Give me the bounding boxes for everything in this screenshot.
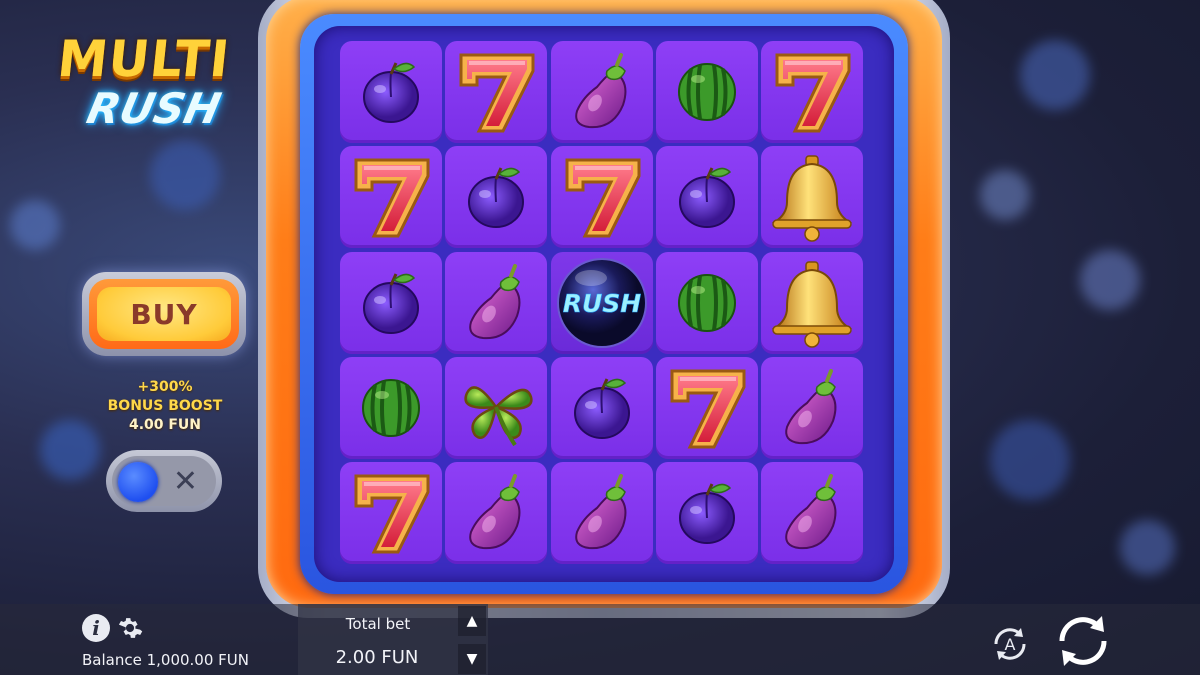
toggle-track: ✕ — [112, 456, 216, 506]
bonus-boost-label: BONUS BOOST — [107, 398, 223, 414]
svg-text:A: A — [1005, 635, 1016, 654]
reel-cell — [340, 462, 442, 564]
bonus-boost-percent: +300% — [137, 379, 193, 395]
reel-cell — [761, 146, 863, 248]
reel-cell — [656, 41, 758, 143]
logo-text-multi: MULTI — [54, 30, 233, 88]
total-bet-label: Total bet — [345, 615, 411, 633]
reel-cell — [340, 252, 442, 354]
gear-icon[interactable] — [116, 614, 144, 642]
seven-symbol-icon — [565, 158, 641, 238]
bokeh-light — [10, 200, 60, 250]
game-logo: MULTI RUSH — [54, 30, 273, 140]
bokeh-light — [980, 170, 1030, 220]
seven-symbol-icon — [670, 369, 746, 449]
reel-cell — [340, 357, 442, 459]
buy-bonus-button[interactable]: BUY — [82, 272, 246, 356]
reel-cell — [761, 41, 863, 143]
autoplay-icon[interactable]: A — [988, 622, 1032, 666]
chevron-up-icon: ▲ — [466, 613, 478, 629]
reel-cell — [445, 146, 547, 248]
bet-decrease-button[interactable]: ▼ — [458, 644, 486, 674]
total-bet-value: 2.00 FUN — [335, 647, 419, 668]
seven-symbol-icon — [354, 474, 430, 554]
reel-cell — [761, 462, 863, 564]
bokeh-light — [1020, 40, 1090, 110]
reel-cell — [551, 146, 653, 248]
watermelon-symbol-icon — [678, 63, 736, 121]
watermelon-symbol-icon — [362, 379, 420, 437]
reel-cell — [656, 357, 758, 459]
plum-symbol-icon — [679, 167, 735, 228]
rush-text: RUSH — [563, 289, 642, 318]
reel-cell — [656, 462, 758, 564]
plum-symbol-icon — [468, 167, 524, 228]
reel-cell — [656, 252, 758, 354]
bokeh-light — [150, 140, 220, 210]
reel-cell — [551, 462, 653, 564]
buy-button-rim: BUY — [89, 279, 239, 349]
eggplant-symbol-icon — [469, 264, 521, 340]
reel-cell — [340, 41, 442, 143]
reel-cell — [445, 252, 547, 354]
chevron-down-icon: ▼ — [466, 651, 478, 667]
reel-cell — [656, 146, 758, 248]
plum-symbol-icon — [574, 378, 630, 439]
reel-cell — [761, 252, 863, 354]
reel-cell — [445, 357, 547, 459]
logo-text-rush: RUSH — [82, 84, 226, 133]
seven-symbol-icon — [459, 53, 535, 133]
reel-cell — [551, 41, 653, 143]
eggplant-symbol-icon — [469, 474, 521, 550]
bokeh-light — [990, 420, 1070, 500]
rush-orb-symbol-icon: RUSH — [557, 258, 647, 348]
seven-symbol-icon — [354, 158, 430, 238]
bonus-boost-info: +300% BONUS BOOST 4.00 FUN — [90, 378, 240, 435]
balance-text: Balance 1,000.00 FUN — [82, 651, 249, 669]
seven-symbol-icon — [775, 53, 851, 133]
watermelon-symbol-icon — [678, 274, 736, 332]
plum-symbol-icon — [363, 273, 419, 334]
clover-symbol-icon — [464, 386, 533, 447]
eggplant-symbol-icon — [575, 474, 627, 550]
close-icon: ✕ — [172, 464, 198, 499]
toggle-knob — [118, 462, 158, 502]
bell-symbol-icon — [771, 155, 853, 242]
spin-icon[interactable] — [1050, 608, 1116, 674]
reel-cell — [340, 146, 442, 248]
reel-cell — [445, 462, 547, 564]
bokeh-light — [1080, 250, 1140, 310]
reel-cell — [445, 41, 547, 143]
bet-increase-button[interactable]: ▲ — [458, 606, 486, 636]
bell-symbol-icon — [771, 261, 853, 348]
reel-cell — [551, 357, 653, 459]
eggplant-symbol-icon — [785, 369, 837, 445]
reel-cell — [761, 357, 863, 459]
eggplant-symbol-icon — [575, 53, 627, 129]
bonus-boost-cost: 4.00 FUN — [128, 417, 202, 433]
plum-symbol-icon — [363, 62, 419, 123]
plum-symbol-icon — [679, 483, 735, 544]
info-icon[interactable]: i — [82, 614, 110, 642]
buy-button-label: BUY — [97, 287, 231, 341]
bonus-boost-toggle[interactable]: ✕ — [106, 450, 222, 512]
reel-cell: RUSH — [551, 252, 653, 354]
eggplant-symbol-icon — [785, 474, 837, 550]
bokeh-light — [1120, 520, 1175, 575]
